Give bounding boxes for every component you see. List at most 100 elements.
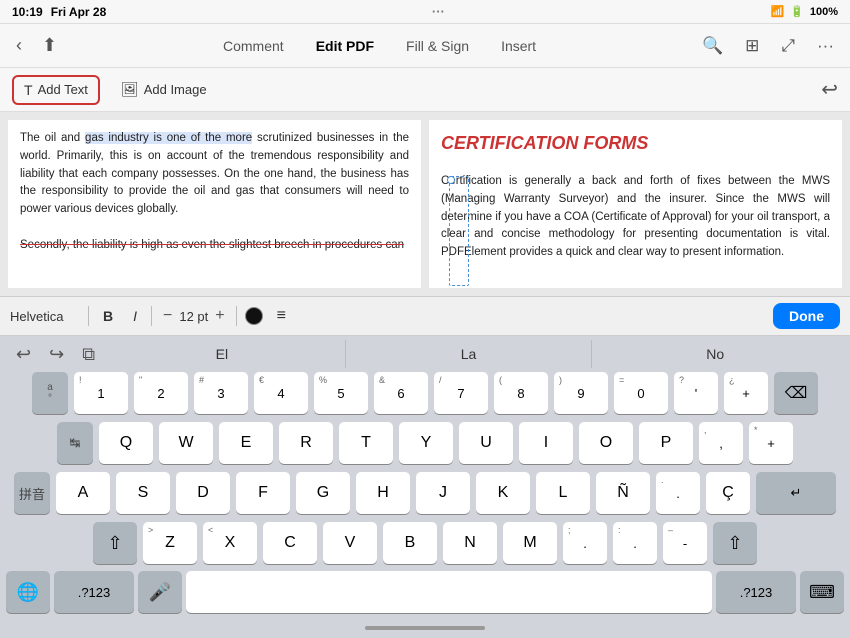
key-question[interactable]: ¿+ <box>724 372 768 414</box>
redo-kb-button[interactable]: ↪ <box>45 340 68 369</box>
tab-comment[interactable]: Comment <box>207 32 300 60</box>
done-button[interactable]: Done <box>773 303 840 329</box>
key-e[interactable]: E <box>219 422 273 464</box>
share-button[interactable]: ⬆ <box>34 29 65 62</box>
key-dash[interactable]: –- <box>663 522 707 564</box>
key-lang-switch[interactable]: ↹ <box>57 422 93 464</box>
font-size-increase[interactable]: + <box>212 307 227 325</box>
key-z[interactable]: >Z <box>143 522 197 564</box>
key-b[interactable]: B <box>383 522 437 564</box>
text-cursor-box <box>449 176 469 286</box>
suggestion-2[interactable]: La <box>345 340 592 368</box>
align-button[interactable]: ≡ <box>271 304 292 328</box>
tab-insert[interactable]: Insert <box>485 32 552 60</box>
key-j[interactable]: J <box>416 472 470 514</box>
key-1[interactable]: !1 <box>74 372 128 414</box>
pdf-page-left: The oil and gas industry is one of the m… <box>8 120 421 288</box>
key-0[interactable]: =0 <box>614 372 668 414</box>
key-caps[interactable]: 拼音 <box>14 472 50 514</box>
mic-button[interactable]: 🎤 <box>138 571 182 613</box>
shift-left-button[interactable]: ⇧ <box>93 522 137 564</box>
text-cursor-dot <box>447 176 455 184</box>
return-button[interactable]: ↵ <box>756 472 836 514</box>
key-s[interactable]: S <box>116 472 170 514</box>
fullscreen-button[interactable]: ⤢ <box>773 30 803 62</box>
key-dot2[interactable]: .. <box>656 472 700 514</box>
emoji-button[interactable]: 🌐 <box>6 571 50 613</box>
tab-edit-pdf[interactable]: Edit PDF <box>300 32 390 60</box>
pdf-right-title: CERTIFICATION FORMS <box>429 120 842 163</box>
keyboard-top-bar: ↩ ↪ ⧉ El La No <box>0 336 850 372</box>
separator-1 <box>88 306 89 326</box>
bold-button[interactable]: B <box>97 305 119 327</box>
space-button[interactable] <box>186 571 712 613</box>
backspace-button[interactable]: ⌫ <box>774 372 818 414</box>
key-c-cedilla[interactable]: Ç <box>706 472 750 514</box>
key-f[interactable]: F <box>236 472 290 514</box>
grid-button[interactable]: ⊞ <box>737 30 767 62</box>
num-right-button[interactable]: .?123 <box>716 571 796 613</box>
key-5[interactable]: %5 <box>314 372 368 414</box>
key-n[interactable]: N <box>443 522 497 564</box>
key-comma2[interactable]: ,, <box>699 422 743 464</box>
italic-button[interactable]: I <box>127 305 143 327</box>
key-t[interactable]: T <box>339 422 393 464</box>
keyboard-hide-button[interactable]: ⌨ <box>800 571 844 613</box>
undo-button[interactable]: ↩ <box>821 77 838 102</box>
key-g[interactable]: G <box>296 472 350 514</box>
key-x[interactable]: <X <box>203 522 257 564</box>
edit-toolbar: T Add Text 🖼 Add Image ↩ <box>0 68 850 112</box>
more-button[interactable]: ··· <box>809 30 842 62</box>
key-w[interactable]: W <box>159 422 213 464</box>
key-6[interactable]: &6 <box>374 372 428 414</box>
key-y[interactable]: Y <box>399 422 453 464</box>
status-bar: 10:19 Fri Apr 28 ··· 📶 🔋 100% <box>0 0 850 24</box>
top-toolbar: ‹ ⬆ Comment Edit PDF Fill & Sign Insert … <box>0 24 850 68</box>
key-8[interactable]: (8 <box>494 372 548 414</box>
key-asterisk[interactable]: *+ <box>749 422 793 464</box>
pdf-page-right: CERTIFICATION FORMS Certification is gen… <box>429 120 842 288</box>
key-q[interactable]: Q <box>99 422 153 464</box>
back-button[interactable]: ‹ <box>8 29 30 62</box>
shift-right-button[interactable]: ⇧ <box>713 522 757 564</box>
key-p[interactable]: P <box>639 422 693 464</box>
num-left-button[interactable]: .?123 <box>54 571 134 613</box>
key-3[interactable]: #3 <box>194 372 248 414</box>
paste-kb-button[interactable]: ⧉ <box>78 340 99 369</box>
tab-fill-sign[interactable]: Fill & Sign <box>390 32 485 60</box>
font-size-decrease[interactable]: − <box>160 307 175 325</box>
key-n-tilde[interactable]: Ñ <box>596 472 650 514</box>
add-image-button[interactable]: 🖼 Add Image <box>110 75 218 104</box>
key-4[interactable]: €4 <box>254 372 308 414</box>
key-i[interactable]: I <box>519 422 573 464</box>
key-c[interactable]: C <box>263 522 317 564</box>
key-h[interactable]: H <box>356 472 410 514</box>
key-quote[interactable]: ?' <box>674 372 718 414</box>
color-picker[interactable] <box>245 307 263 325</box>
keyboard-row-2: ↹ Q W E R T Y U I O P ,, *+ <box>4 422 846 464</box>
key-lang[interactable]: a° <box>32 372 68 414</box>
add-image-icon: 🖼 <box>121 81 139 98</box>
key-colon[interactable]: :. <box>613 522 657 564</box>
key-d[interactable]: D <box>176 472 230 514</box>
suggestion-1[interactable]: El <box>99 340 345 368</box>
key-semicolon[interactable]: ;. <box>563 522 607 564</box>
key-2[interactable]: "2 <box>134 372 188 414</box>
undo-kb-button[interactable]: ↩ <box>12 340 35 369</box>
suggestion-3[interactable]: No <box>591 340 838 368</box>
add-text-button[interactable]: T Add Text <box>12 75 100 105</box>
key-r[interactable]: R <box>279 422 333 464</box>
key-v[interactable]: V <box>323 522 377 564</box>
key-m[interactable]: M <box>503 522 557 564</box>
search-button[interactable]: 🔍 <box>694 30 731 62</box>
pdf-left-text: The oil and gas industry is one of the m… <box>8 120 421 265</box>
key-o[interactable]: O <box>579 422 633 464</box>
key-l[interactable]: L <box>536 472 590 514</box>
font-name: Helvetica <box>10 309 80 324</box>
key-a[interactable]: A <box>56 472 110 514</box>
key-7[interactable]: /7 <box>434 372 488 414</box>
key-k[interactable]: K <box>476 472 530 514</box>
key-u[interactable]: U <box>459 422 513 464</box>
key-9[interactable]: )9 <box>554 372 608 414</box>
toolbar-tabs: Comment Edit PDF Fill & Sign Insert <box>69 32 690 60</box>
